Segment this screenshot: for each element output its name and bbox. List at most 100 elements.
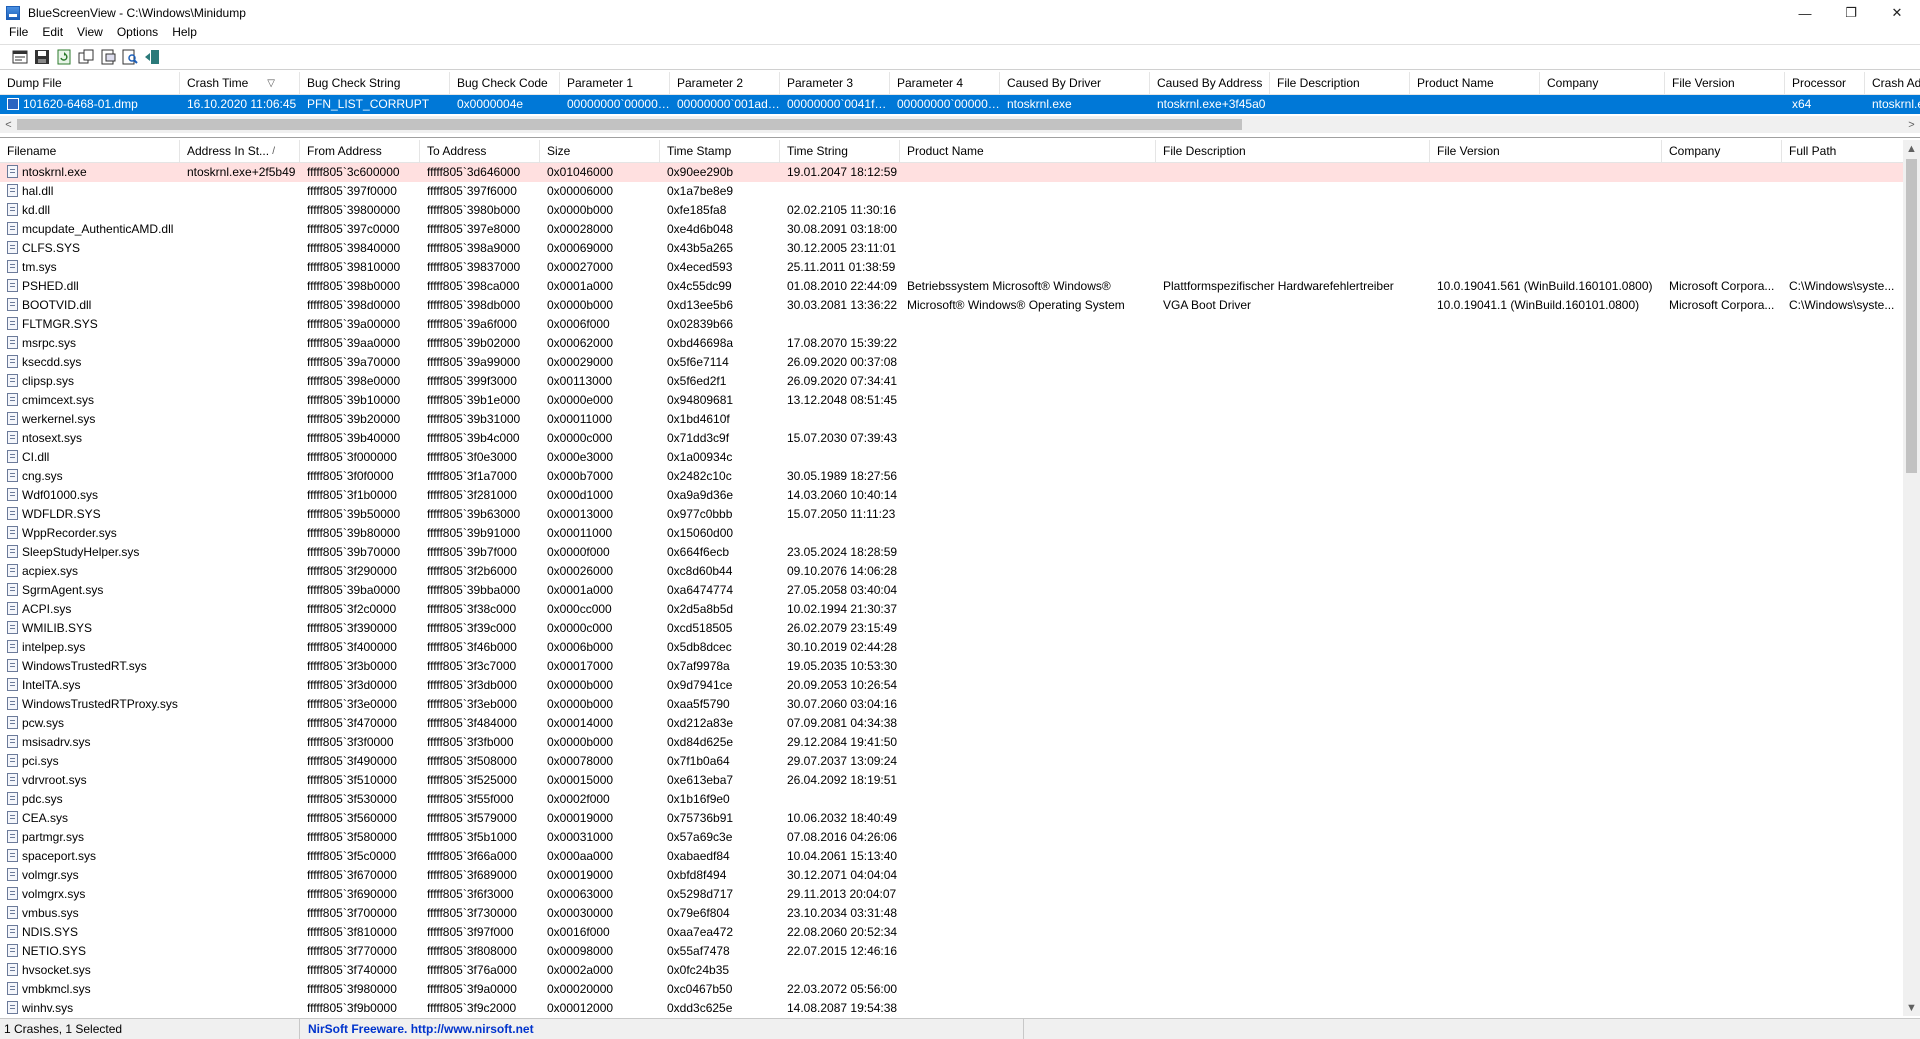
module-row[interactable]: pci.sys fffff805`3f490000 fffff805`3f50800… [0,752,1903,771]
module-row[interactable]: CEA.sys fffff805`3f560000 fffff805`3f57900… [0,809,1903,828]
column-header-parameter-2[interactable]: Parameter 2 [670,72,780,94]
module-row[interactable]: ACPI.sys fffff805`3f2c0000 fffff805`3f38c0… [0,600,1903,619]
module-row[interactable]: tm.sys fffff805`39810000 fffff805`39837000… [0,258,1903,277]
module-row[interactable]: vdrvroot.sys fffff805`3f510000 fffff805`3f… [0,771,1903,790]
column-header-product-name[interactable]: Product Name [900,140,1156,162]
column-header-time-stamp[interactable]: Time Stamp [660,140,780,162]
column-header-full-path[interactable]: Full Path [1782,140,1903,162]
module-row[interactable]: msrpc.sys fffff805`39aa0000 fffff805`39b02… [0,334,1903,353]
properties-button[interactable] [10,47,30,67]
module-row[interactable]: WindowsTrustedRTProxy.sys fffff805`3f3e00… [0,695,1903,714]
module-row[interactable]: acpiex.sys fffff805`3f290000 fffff805`3f2b… [0,562,1903,581]
module-row[interactable]: WDFLDR.SYS fffff805`39b50000 fffff805`39b6… [0,505,1903,524]
module-row[interactable]: volmgr.sys fffff805`3f670000 fffff805`3f68… [0,866,1903,885]
module-row[interactable]: Wdf01000.sys fffff805`3f1b0000 fffff805`3f… [0,486,1903,505]
column-header-crash-time[interactable]: Crash Time ▽ [180,72,300,94]
column-header-file-version[interactable]: File Version [1430,140,1662,162]
module-row[interactable]: msisadrv.sys fffff805`3f3f0000 fffff805`3f… [0,733,1903,752]
refresh-button[interactable] [54,47,74,67]
column-header-to-address[interactable]: To Address [420,140,540,162]
module-row[interactable]: spaceport.sys fffff805`3f5c0000 fffff805`3… [0,847,1903,866]
module-row[interactable]: ntoskrnl.exe ntoskrnl.exe+2f5b49 fffff805`… [0,163,1903,182]
column-header-dump-file[interactable]: Dump File [0,72,180,94]
module-row[interactable]: volmgrx.sys fffff805`3f690000 fffff805`3f6… [0,885,1903,904]
column-header-file-version[interactable]: File Version [1665,72,1785,94]
column-header-caused-by-address[interactable]: Caused By Address [1150,72,1270,94]
module-row[interactable]: kd.dll fffff805`39800000 fffff805`3980b000… [0,201,1903,220]
column-header-parameter-4[interactable]: Parameter 4 [890,72,1000,94]
column-header-bug-check-code[interactable]: Bug Check Code [450,72,560,94]
menu-file[interactable]: File [2,22,35,42]
column-header-company[interactable]: Company [1540,72,1665,94]
column-header-size[interactable]: Size [540,140,660,162]
module-list-vertical-scrollbar[interactable]: ▲ ▼ [1903,140,1920,1016]
module-row[interactable]: clipsp.sys fffff805`398e0000 fffff805`399f… [0,372,1903,391]
scroll-left-icon[interactable]: < [0,116,17,133]
module-row[interactable]: hal.dll fffff805`397f0000 fffff805`397f600… [0,182,1903,201]
module-row[interactable]: partmgr.sys fffff805`3f580000 fffff805`3f5… [0,828,1903,847]
scroll-right-icon[interactable]: > [1903,116,1920,133]
module-row[interactable]: vmbus.sys fffff805`3f700000 fffff805`3f730… [0,904,1903,923]
scrollbar-thumb[interactable] [17,119,1242,130]
column-header-from-address[interactable]: From Address [300,140,420,162]
scroll-down-icon[interactable]: ▼ [1903,999,1920,1016]
column-header-product-name[interactable]: Product Name [1410,72,1540,94]
cell-file-description [1156,828,1430,847]
module-row[interactable]: CLFS.SYS fffff805`39840000 fffff805`398a90… [0,239,1903,258]
module-row[interactable]: cng.sys fffff805`3f0f0000 fffff805`3f1a700… [0,467,1903,486]
column-header-caused-by-driver[interactable]: Caused By Driver [1000,72,1150,94]
column-header-processor[interactable]: Processor [1785,72,1865,94]
column-header-file-description[interactable]: File Description [1270,72,1410,94]
column-header-time-string[interactable]: Time String [780,140,900,162]
scrollbar-track[interactable] [17,116,1903,133]
module-list[interactable]: Filename Address In St... / From Address To … [0,140,1920,1016]
module-row[interactable]: werkernel.sys fffff805`39b20000 fffff805`3… [0,410,1903,429]
module-row[interactable]: vmbkmcl.sys fffff805`3f980000 fffff805`3f9… [0,980,1903,999]
html-report-button[interactable] [98,47,118,67]
menu-options[interactable]: Options [110,22,165,42]
copy-button[interactable] [76,47,96,67]
module-row[interactable]: FLTMGR.SYS fffff805`39a00000 fffff805`39a6… [0,315,1903,334]
scrollbar-thumb[interactable] [1906,159,1917,473]
module-row[interactable]: BOOTVID.dll fffff805`398d0000 fffff805`398… [0,296,1903,315]
column-header-parameter-1[interactable]: Parameter 1 [560,72,670,94]
exit-button[interactable] [142,47,162,67]
column-header-filename[interactable]: Filename [0,140,180,162]
module-row[interactable]: SgrmAgent.sys fffff805`39ba0000 fffff805`3… [0,581,1903,600]
module-row[interactable]: WindowsTrustedRT.sys fffff805`3f3b0000 fff… [0,657,1903,676]
module-row[interactable]: CI.dll fffff805`3f000000 fffff805`3f0e3000… [0,448,1903,467]
menu-view[interactable]: View [70,22,110,42]
find-button[interactable] [120,47,140,67]
module-row[interactable]: mcupdate_AuthenticAMD.dll fffff805`397c00… [0,220,1903,239]
column-header-file-description[interactable]: File Description [1156,140,1430,162]
crash-list[interactable]: Dump File Crash Time ▽ Bug Check String Bug … [0,72,1920,138]
module-row[interactable]: cmimcext.sys fffff805`39b10000 fffff805`39… [0,391,1903,410]
module-row[interactable]: winhv.sys fffff805`3f9b0000 fffff805`3f9c2… [0,999,1903,1016]
module-row[interactable]: WMILIB.SYS fffff805`3f390000 fffff805`3f39… [0,619,1903,638]
module-row[interactable]: SleepStudyHelper.sys fffff805`39b70000 fff… [0,543,1903,562]
module-row[interactable]: ksecdd.sys fffff805`39a70000 fffff805`39a9… [0,353,1903,372]
column-header-address-in-st[interactable]: Address In St... / [180,140,300,162]
module-row[interactable]: IntelTA.sys fffff805`3f3d0000 fffff805`3f3… [0,676,1903,695]
save-button[interactable] [32,47,52,67]
cell-text: fffff805`39ba0000 [307,583,401,597]
module-row[interactable]: pdc.sys fffff805`3f530000 fffff805`3f55f00… [0,790,1903,809]
menu-help[interactable]: Help [165,22,204,42]
module-row[interactable]: pcw.sys fffff805`3f470000 fffff805`3f48400… [0,714,1903,733]
column-header-bug-check-string[interactable]: Bug Check String [300,72,450,94]
module-row[interactable]: WppRecorder.sys fffff805`39b80000 fffff805… [0,524,1903,543]
column-header-crash-address[interactable]: Crash Address [1865,72,1920,94]
module-row[interactable]: ntosext.sys fffff805`39b40000 fffff805`39b… [0,429,1903,448]
module-row[interactable]: PSHED.dll fffff805`398b0000 fffff805`398ca… [0,277,1903,296]
module-row[interactable]: intelpep.sys fffff805`3f400000 fffff805`3f… [0,638,1903,657]
module-row[interactable]: NDIS.SYS fffff805`3f810000 fffff805`3f97f0… [0,923,1903,942]
crash-row[interactable]: 101620-6468-01.dmp 16.10.2020 11:06:45 PFN… [0,95,1920,114]
scroll-up-icon[interactable]: ▲ [1903,140,1920,157]
column-header-parameter-3[interactable]: Parameter 3 [780,72,890,94]
module-row[interactable]: NETIO.SYS fffff805`3f770000 fffff805`3f808… [0,942,1903,961]
menu-edit[interactable]: Edit [35,22,70,42]
nirsoft-link[interactable]: NirSoft Freeware. http://www.nirsoft.net [300,1018,1024,1039]
crash-list-horizontal-scrollbar[interactable]: < > [0,116,1920,133]
module-row[interactable]: hvsocket.sys fffff805`3f740000 fffff805`3f… [0,961,1903,980]
column-header-company[interactable]: Company [1662,140,1782,162]
